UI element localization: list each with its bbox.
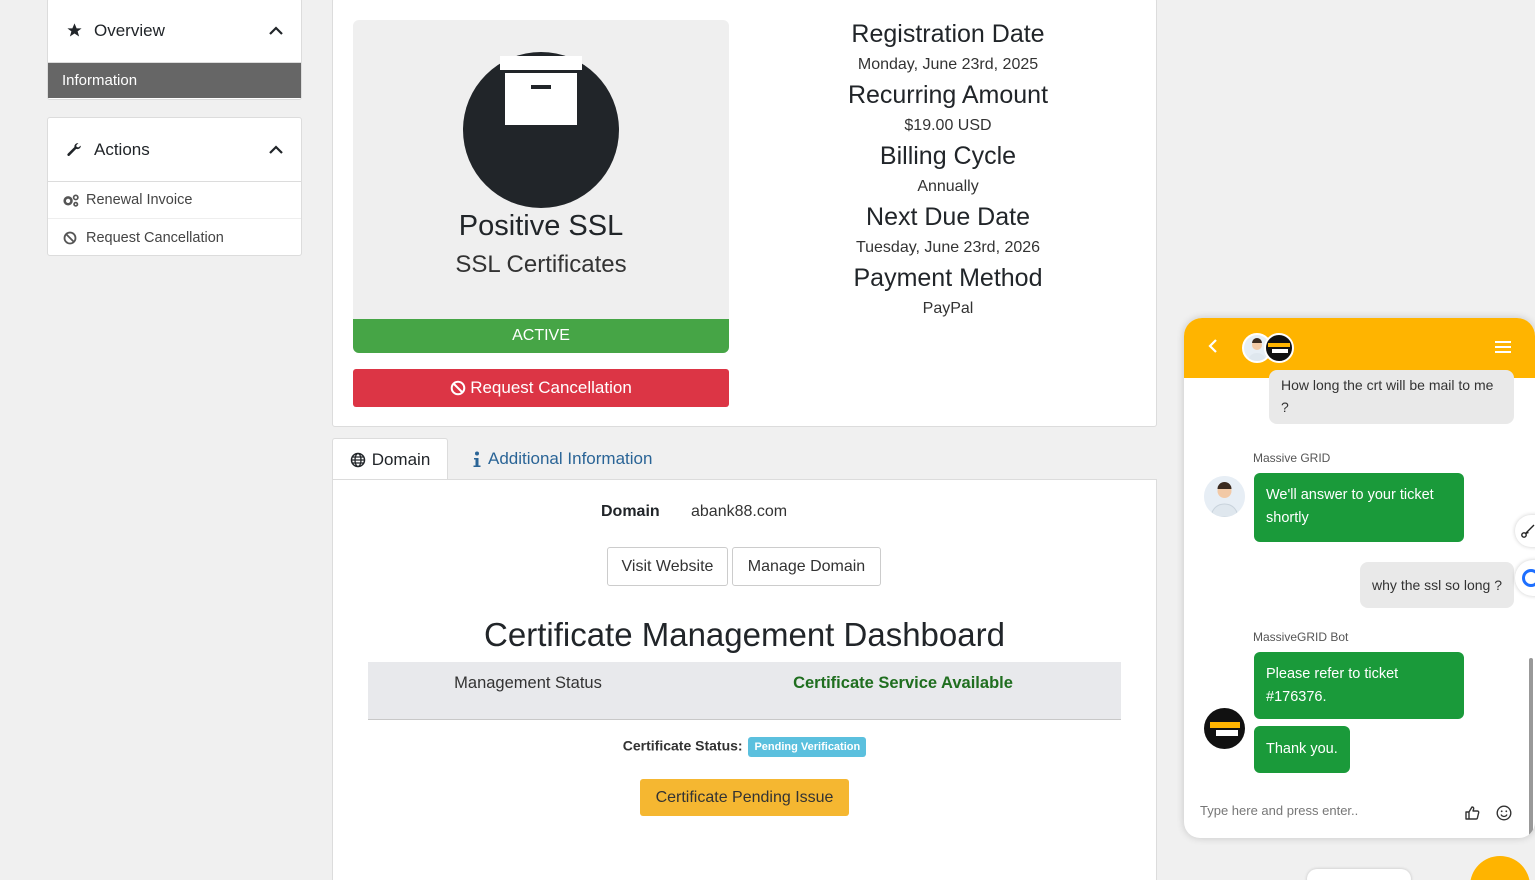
overview-panel: Overview Information (47, 0, 302, 100)
menu-icon[interactable] (1495, 340, 1511, 354)
management-status-label: Management Status (454, 674, 602, 692)
domain-label: Domain (601, 503, 660, 520)
visit-website-button[interactable]: Visit Website (607, 547, 728, 586)
tab-domain[interactable]: Domain (332, 438, 448, 480)
wrench-icon (66, 141, 86, 158)
next-due-date-label: Next Due Date (866, 203, 1030, 231)
gears-icon (63, 193, 81, 207)
billing-cycle-label: Billing Cycle (879, 142, 1017, 170)
thumbs-up-icon[interactable] (1464, 805, 1480, 821)
chat-messages: How long the crt will be mail to me ? Ma… (1184, 370, 1535, 838)
management-status-value: Certificate Service Available (793, 674, 1013, 692)
globe-icon (350, 452, 366, 468)
product-group: SSL Certificates (455, 251, 627, 278)
certificate-status-badge: Pending Verification (748, 737, 867, 757)
request-cancellation-button[interactable]: Request Cancellation (353, 369, 729, 407)
chevron-up-icon[interactable] (269, 144, 283, 155)
message-sender: Massive GRID (1253, 451, 1331, 465)
bot-message: Thank you. (1254, 726, 1350, 773)
chevron-up-icon[interactable] (269, 25, 283, 36)
ban-icon (450, 380, 466, 396)
agent-avatar (1204, 476, 1245, 517)
recurring-amount-label: Recurring Amount (847, 81, 1049, 109)
chat-widget: How long the crt will be mail to me ? Ma… (1184, 318, 1535, 838)
actions-title: Actions (94, 139, 150, 159)
overview-panel-header[interactable]: Overview (48, 0, 301, 63)
bot-message: We'll answer to your ticket shortly (1254, 473, 1464, 542)
archive-icon (463, 52, 619, 208)
next-due-date-value: Tuesday, June 23rd, 2026 (855, 239, 1041, 256)
sidebar-item-information[interactable]: Information (48, 63, 301, 98)
product-name: Positive SSL (458, 210, 624, 242)
bot-message: Please refer to ticket #176376. (1254, 652, 1464, 719)
emoji-icon[interactable] (1496, 805, 1512, 821)
registration-date-label: Registration Date (851, 20, 1045, 48)
star-icon (66, 22, 86, 39)
ban-icon (63, 231, 81, 245)
tab-bar: Domain Additional Information (332, 438, 1157, 480)
request-cancellation-label: Request Cancellation (86, 229, 224, 246)
certificate-pending-issue-button[interactable]: Certificate Pending Issue (640, 779, 849, 816)
chat-message-input[interactable] (1200, 803, 1420, 818)
dashboard-title: Certificate Management Dashboard (484, 616, 1005, 653)
product-summary-card: Positive SSL SSL Certificates ACTIVE Req… (332, 0, 1157, 427)
billing-cycle-value: Annually (917, 178, 979, 195)
certificate-status-label: Certificate Status: (622, 737, 743, 754)
actions-panel-header[interactable]: Actions (48, 118, 301, 182)
certificate-status: Certificate Status: Pending Verification (333, 737, 1156, 757)
message-sender: MassiveGRID Bot (1253, 630, 1349, 644)
tab-additional-information[interactable]: Additional Information (472, 438, 652, 480)
product-box: Positive SSL SSL Certificates (353, 20, 729, 320)
chat-input-bar (1184, 788, 1535, 838)
sidebar-item-request-cancellation[interactable]: Request Cancellation (48, 219, 301, 256)
recurring-amount-value: $19.00 USD (904, 117, 992, 134)
chat-header (1184, 318, 1535, 378)
domain-value: abank88.com (691, 503, 788, 520)
massivegrid-logo (1264, 333, 1294, 363)
info-icon (472, 451, 482, 468)
tab-domain-label: Domain (371, 449, 431, 469)
payment-method-value: PayPal (922, 300, 974, 317)
renewal-invoice-label: Renewal Invoice (86, 192, 193, 208)
user-message: How long the crt will be mail to me ? (1269, 370, 1514, 424)
service-details: Registration Date Monday, June 23rd, 202… (783, 17, 1113, 322)
overview-title: Overview (94, 20, 165, 40)
sidebar-item-renewal-invoice[interactable]: Renewal Invoice (48, 182, 301, 219)
tab-additional-information-label: Additional Information (488, 449, 653, 468)
payment-method-label: Payment Method (853, 264, 1043, 292)
chat-launcher-button[interactable] (1470, 856, 1530, 880)
user-message: why the ssl so long ? (1360, 562, 1514, 608)
massivegrid-logo (1204, 708, 1245, 749)
chevron-left-icon[interactable] (1208, 338, 1218, 354)
request-cancellation-button-label: Request Cancellation (470, 378, 632, 397)
manage-domain-button[interactable]: Manage Domain (732, 547, 881, 586)
domain-tab-panel: Domain abank88.com Visit Website Manage … (332, 479, 1157, 880)
actions-panel: Actions Renewal Invoice Request Cancella… (47, 117, 302, 256)
registration-date-value: Monday, June 23rd, 2025 (857, 56, 1039, 73)
status-badge: ACTIVE (353, 319, 729, 353)
management-status-table: Management Status Certificate Service Av… (368, 662, 1121, 720)
brand-pill (1307, 869, 1411, 880)
